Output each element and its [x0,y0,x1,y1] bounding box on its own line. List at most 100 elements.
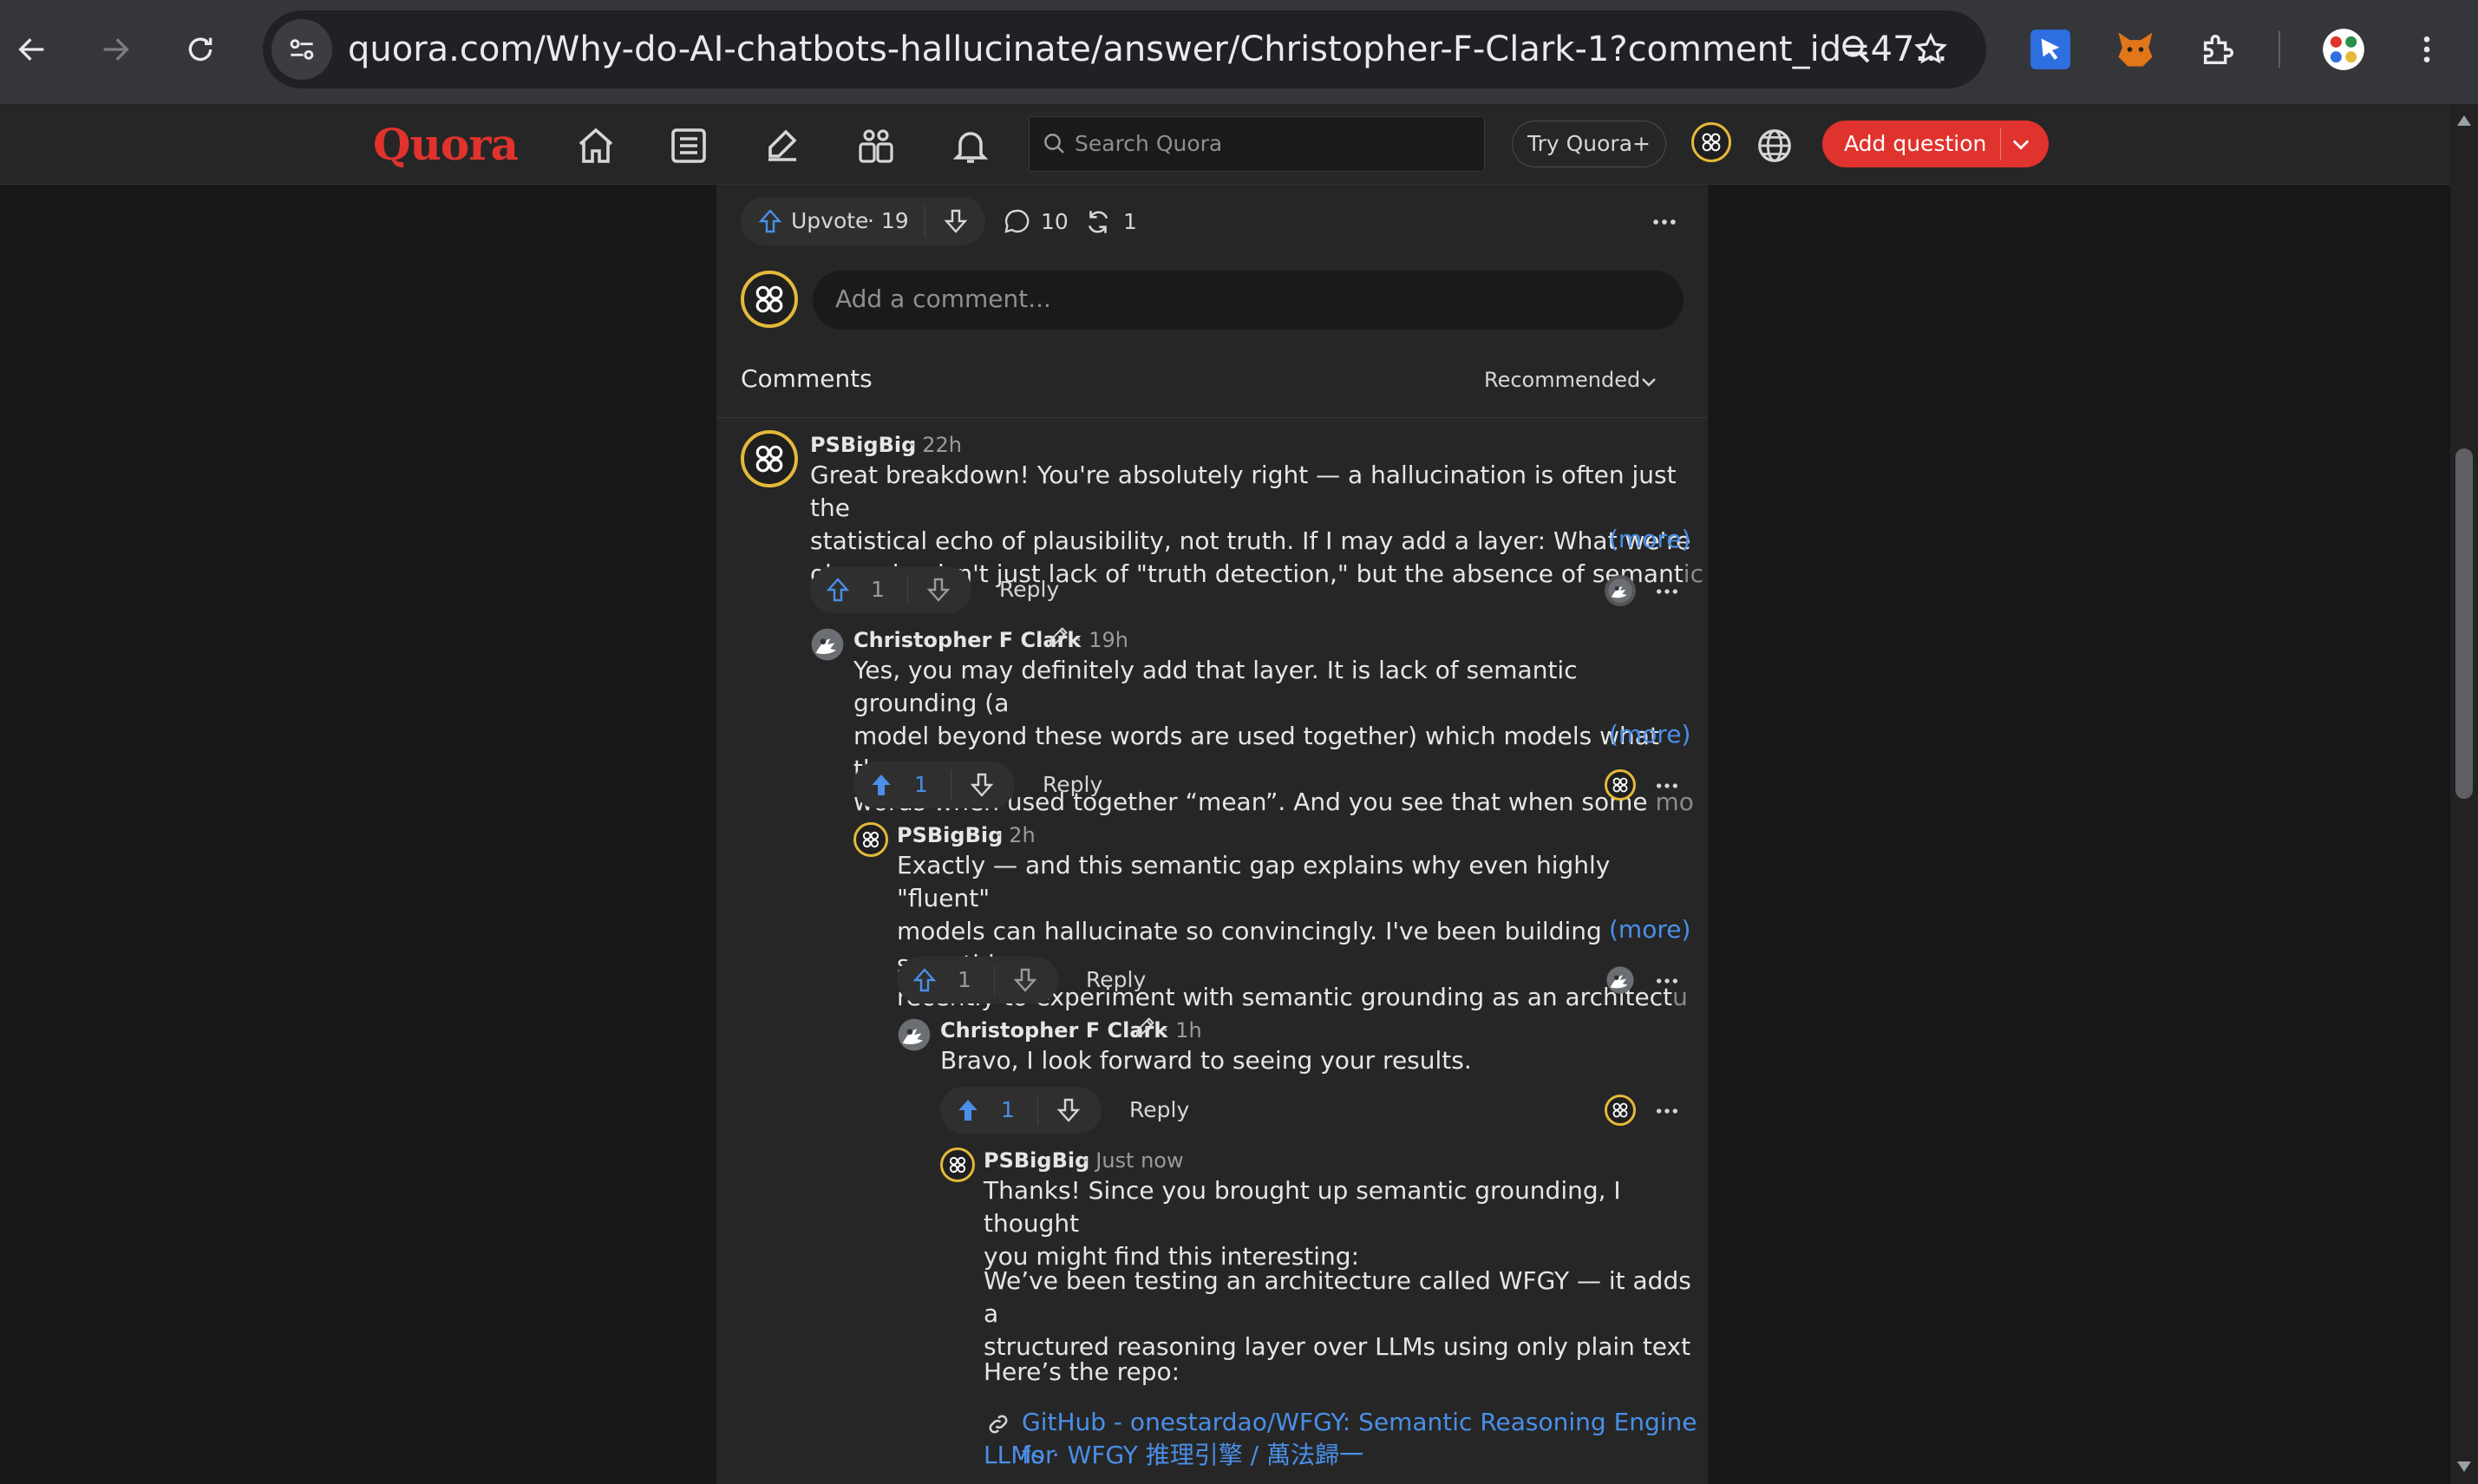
toolbar-divider [2279,31,2280,68]
search-placeholder: Search Quora [1075,131,1223,156]
comment-line: Here’s the repo: [984,1357,1180,1386]
downvote-arrow-icon[interactable] [1011,966,1039,994]
notifications-bell-icon[interactable] [945,121,996,171]
arrow-right-icon [103,38,129,61]
upvote-count: · 19 [867,208,909,233]
add-question-label: Add question [1844,131,1987,156]
more-link[interactable]: (more) [1609,720,1690,749]
upvote-label: Upvote [791,208,869,233]
add-comment-input[interactable]: Add a comment... [813,271,1684,330]
site-info-icon[interactable] [271,19,332,80]
address-bar[interactable]: quora.com/Why-do-AI-chatbots-hallucinate… [263,10,1986,88]
vote-pill: Upvote · 19 [741,197,985,245]
comment-time: · 2h [996,823,1036,847]
zoom-icon[interactable] [1831,24,1881,75]
chevron-down-icon[interactable] [2009,132,2033,156]
share-count: 1 [1123,209,1137,234]
comment-vote-pill: 1 [853,762,1015,808]
more-link[interactable]: (more) [1609,525,1690,553]
comment-avatar[interactable] [940,1147,975,1182]
comment-time: · 1h [1162,1018,1202,1043]
comments-button[interactable]: 10 [1003,204,1072,240]
downvote-arrow-icon[interactable] [925,576,952,604]
url-text: quora.com/Why-do-AI-chatbots-hallucinate… [348,29,1948,69]
answer-icon[interactable] [757,121,807,171]
try-quora-plus-button[interactable]: Try Quora+ [1512,121,1666,167]
upvote-arrow-icon[interactable] [911,966,938,994]
more-link[interactable]: (more) [1609,915,1690,944]
chevron-down-icon [1642,378,1656,387]
repo-link-line2[interactable]: LLMs · WFGY 推理引擎 / 萬法歸一 [984,1439,1363,1472]
vote-count: 1 [958,967,971,992]
following-icon[interactable] [664,121,714,171]
user-avatar[interactable] [1691,122,1731,162]
back-button[interactable] [2,19,62,80]
extensions-puzzle-icon[interactable] [2191,22,2246,77]
sort-dropdown[interactable]: Recommended [1484,363,1675,397]
extension-fox-icon[interactable] [2108,22,2163,77]
bookmark-star-icon[interactable] [1906,24,1956,75]
answer-panel: Upvote · 19 10 1 Add a comment... Commen… [716,185,1708,1484]
browser-toolbar: quora.com/Why-do-AI-chatbots-hallucinate… [0,0,2478,105]
upvote-filled-icon[interactable] [867,771,895,799]
comment-avatar[interactable] [853,822,888,857]
comment-time: · 22h [909,433,963,457]
comments-divider [716,417,1708,418]
comments-count: 10 [1041,209,1069,234]
comment-more-options-icon[interactable] [1648,577,1686,606]
reload-button[interactable] [170,19,231,80]
extension-cursor-icon[interactable] [2023,22,2078,77]
downvote-button[interactable] [930,197,982,245]
reload-icon [188,37,212,62]
comment-author[interactable]: PSBigBig [897,823,1003,847]
browser-menu-icon[interactable] [2399,22,2455,77]
vote-divider [994,965,995,995]
spaces-icon[interactable] [851,121,901,171]
page-scrollbar[interactable] [2450,105,2478,1484]
upvoter-avatar [1605,769,1636,801]
comment-vote-pill: 1 [940,1087,1102,1134]
scroll-down-arrow-icon[interactable] [2455,1460,2473,1474]
share-loop-icon [1088,211,1108,233]
comments-heading: Comments [741,364,873,393]
share-button[interactable]: 1 [1083,204,1144,240]
profile-avatar-icon[interactable] [2316,22,2371,77]
reply-button[interactable]: Reply [1043,772,1102,797]
comment-avatar[interactable] [897,1017,932,1052]
upvoter-avatar [1605,1095,1636,1126]
comment-more-options-icon[interactable] [1648,1096,1686,1126]
comment-body: Bravo, I look forward to seeing your res… [940,1044,1472,1077]
answer-more-options-icon[interactable] [1643,204,1686,240]
sort-label: Recommended [1484,368,1641,392]
comment-line: Great breakdown! You're absolutely right… [810,461,1677,522]
comment-author[interactable]: PSBigBig [984,1148,1089,1173]
search-input[interactable]: Search Quora [1029,116,1485,172]
comment-more-options-icon[interactable] [1648,771,1686,801]
quora-logo[interactable]: Quora [373,119,519,170]
pencil-author-icon [1135,1017,1154,1036]
upvote-arrow-icon [758,209,782,233]
upvote-button[interactable]: Upvote · 19 [741,197,923,245]
arrow-left-icon [18,38,44,61]
home-icon[interactable] [571,121,621,171]
downvote-arrow-icon[interactable] [968,771,996,799]
comment-more-options-icon[interactable] [1648,966,1686,996]
comment-avatar[interactable] [741,430,798,487]
vote-count: 1 [1001,1097,1015,1122]
vote-divider [907,575,908,605]
globe-language-icon[interactable] [1751,122,1798,169]
upvote-filled-icon[interactable] [954,1096,982,1124]
reply-button[interactable]: Reply [1086,967,1146,992]
add-question-button[interactable]: Add question [1822,121,2049,167]
downvote-arrow-icon[interactable] [1055,1096,1082,1124]
comment-line: We’ve been testing an architecture calle… [984,1266,1691,1328]
upvote-arrow-icon[interactable] [824,576,852,604]
scrollbar-thumb[interactable] [2455,448,2473,799]
comment-author[interactable]: PSBigBig [810,433,916,457]
reply-button[interactable]: Reply [1129,1097,1189,1122]
scroll-up-arrow-icon[interactable] [2455,114,2473,127]
comment-avatar[interactable] [810,627,845,662]
comment-time: · Just now [1082,1148,1184,1173]
forward-button[interactable] [85,19,146,80]
reply-button[interactable]: Reply [999,577,1059,602]
